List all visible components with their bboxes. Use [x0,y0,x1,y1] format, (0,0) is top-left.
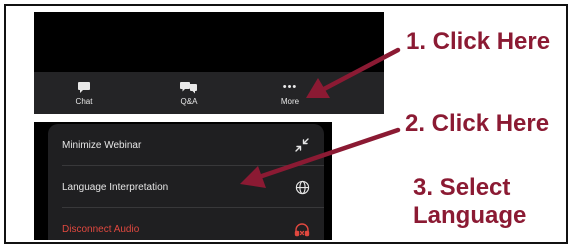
bottom-toolbar: Chat Q&A ••• More [34,72,384,114]
minimize-webinar-label: Minimize Webinar [62,139,142,151]
step-2-annotation: 2. Click Here [405,110,550,137]
step-3-annotation: 3. Select Language [413,174,526,230]
more-menu-screen: Minimize Webinar Language Interpretation [34,122,332,240]
step-3-line-2: Language [413,202,527,229]
disconnect-audio-item[interactable]: Disconnect Audio [48,208,324,240]
chat-label: Chat [75,97,93,106]
chat-icon [77,80,91,94]
minimize-webinar-item[interactable]: Minimize Webinar [48,124,324,166]
language-interpretation-label: Language Interpretation [62,181,169,193]
disconnect-audio-icon [294,221,310,237]
chat-button[interactable]: Chat [54,72,114,114]
step-3-line-1: 3. Select [413,174,511,201]
more-menu: Minimize Webinar Language Interpretation [48,124,324,240]
more-icon: ••• [282,81,298,93]
step-1-annotation: 1. Click Here [406,28,551,55]
qa-label: Q&A [180,97,198,106]
disconnect-audio-label: Disconnect Audio [62,223,140,235]
globe-icon [294,179,310,195]
more-button[interactable]: ••• More [260,72,320,114]
webinar-screen: Chat Q&A ••• More [34,12,384,114]
more-label: More [280,97,300,106]
minimize-icon [294,137,310,153]
qa-button[interactable]: Q&A [159,72,219,114]
qa-icon [180,80,198,94]
language-interpretation-item[interactable]: Language Interpretation [48,166,324,208]
